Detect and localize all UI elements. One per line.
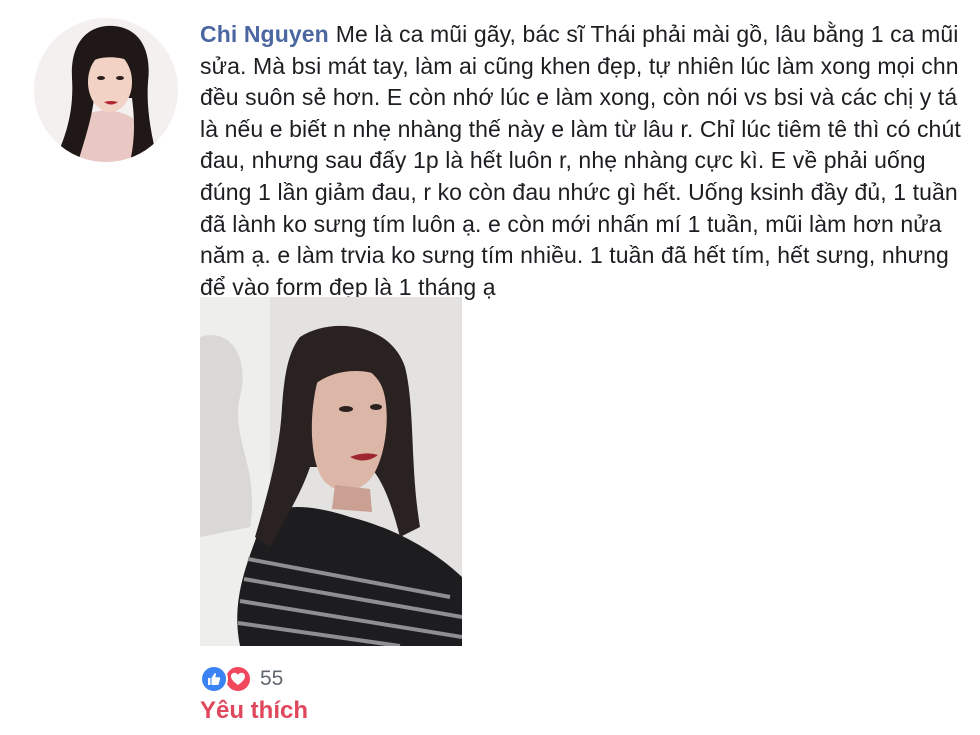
love-icon [224, 665, 252, 693]
comment-photo-image [200, 297, 462, 646]
comment-body: Chi Nguyen Me là ca mũi gãy, bác sĩ Thái … [200, 19, 970, 303]
comment-photo[interactable] [200, 297, 462, 646]
avatar-photo [34, 18, 178, 162]
comment-text: Me là ca mũi gãy, bác sĩ Thái phải mài g… [200, 21, 961, 300]
avatar[interactable] [34, 18, 178, 162]
like-icon [200, 665, 228, 693]
comment-card: Chi Nguyen Me là ca mũi gãy, bác sĩ Thái … [0, 0, 980, 735]
like-action-link[interactable]: Yêu thích [200, 697, 308, 725]
comment-author[interactable]: Chi Nguyen [200, 21, 329, 47]
reaction-count: 55 [260, 667, 284, 690]
reaction-summary[interactable]: 55 [200, 664, 283, 694]
